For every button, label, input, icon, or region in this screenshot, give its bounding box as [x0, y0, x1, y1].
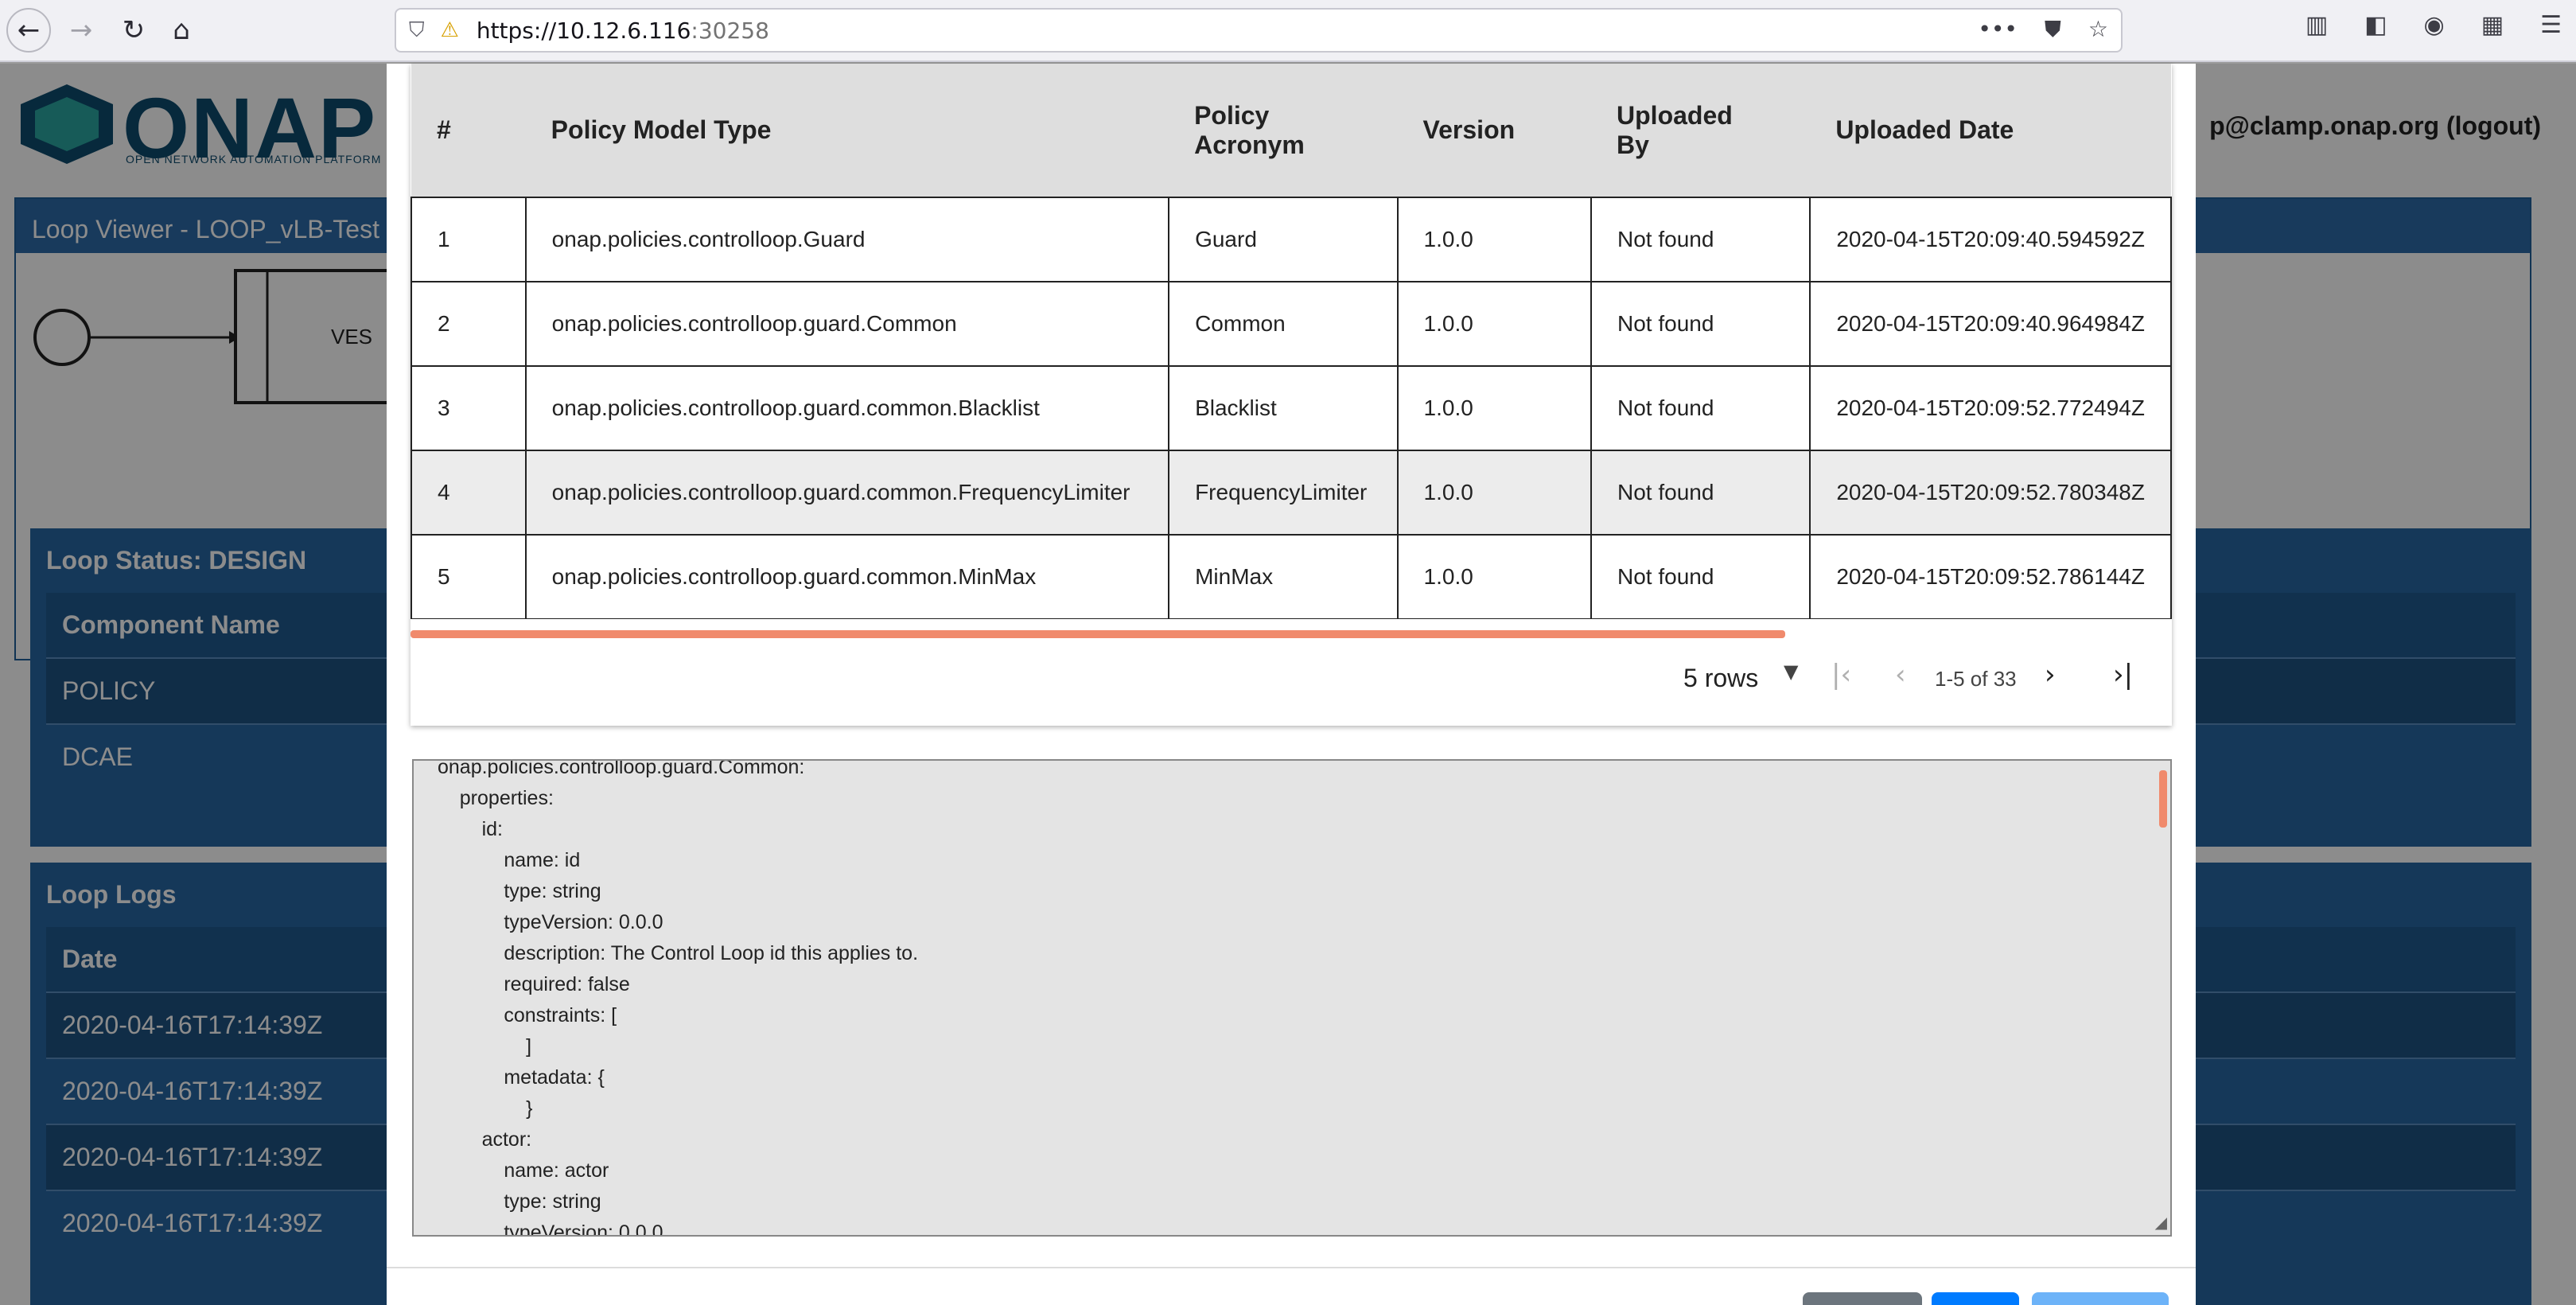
pocket-icon[interactable]: ⛊ [2045, 16, 2061, 43]
first-page-icon[interactable]: |‹ [1831, 659, 1851, 691]
cell-uploaded-date: 2020-04-15T20:09:40.964984Z [1809, 281, 2172, 367]
cell-uploaded-by: Not found [1590, 197, 1811, 282]
cell-version: 1.0.0 [1396, 281, 1593, 367]
last-page-icon[interactable]: ›| [2113, 659, 2133, 691]
table-row[interactable]: 1 onap.policies.controlloop.Guard Guard … [411, 197, 2172, 282]
col-header-uploaded-by[interactable]: Uploaded By [1591, 64, 1811, 197]
table-row[interactable]: 5 onap.policies.controlloop.guard.common… [411, 534, 2172, 619]
policy-model-modal: # Policy Model Type Policy Acronym Versio… [387, 64, 2196, 1305]
cell-version: 1.0.0 [1396, 365, 1593, 451]
cell-version: 1.0.0 [1396, 197, 1593, 282]
yaml-line: constraints: [ [438, 1004, 617, 1026]
yaml-line: } [438, 1097, 533, 1120]
extensions-icon[interactable]: ▦ [2481, 11, 2504, 39]
policy-model-table: # Policy Model Type Policy Acronym Versio… [411, 64, 2172, 619]
url-text[interactable]: https://10.12.6.116:30258 [477, 18, 769, 44]
cell-uploaded-by: Not found [1590, 281, 1811, 367]
cell-acronym: MinMax [1168, 534, 1399, 619]
horizontal-scrollbar[interactable] [411, 630, 1785, 638]
yaml-line: name: id [438, 849, 581, 871]
cell-uploaded-date: 2020-04-15T20:09:52.786144Z [1809, 534, 2172, 619]
rows-per-page-select[interactable]: 5 rows [1683, 664, 1758, 693]
col-header-version[interactable]: Version [1397, 64, 1592, 197]
home-icon[interactable]: ⌂ [159, 8, 204, 53]
table-header-row: # Policy Model Type Policy Acronym Versio… [411, 64, 2171, 197]
policy-yaml-textarea[interactable]: onap.policies.controlloop.guard.Common: … [412, 759, 2172, 1237]
reload-icon[interactable]: ↻ [111, 8, 156, 53]
yaml-line: type: string [438, 1190, 601, 1213]
table-row-hovered[interactable]: 4 onap.policies.controlloop.guard.common… [411, 450, 2172, 536]
yaml-line: properties: [438, 787, 554, 809]
cell-acronym: Blacklist [1168, 365, 1399, 451]
previous-page-icon[interactable]: ‹ [1895, 659, 1906, 691]
cell-uploaded-by: Not found [1590, 450, 1811, 536]
cell-num: 5 [411, 534, 527, 619]
resize-grip-icon[interactable]: ◢ [2155, 1213, 2167, 1232]
table-scroll-area[interactable]: # Policy Model Type Policy Acronym Versio… [411, 64, 2172, 619]
yaml-line: name: actor [438, 1159, 609, 1182]
vertical-scrollbar[interactable] [2159, 770, 2167, 828]
cell-type: onap.policies.controlloop.Guard [524, 197, 1170, 282]
cell-type: onap.policies.controlloop.guard.common.F… [524, 450, 1170, 536]
cell-uploaded-date: 2020-04-15T20:09:52.772494Z [1809, 365, 2172, 451]
yaml-line: typeVersion: 0.0.0 [438, 911, 663, 933]
cell-acronym: Guard [1168, 197, 1399, 282]
modal-footer-divider [387, 1267, 2196, 1268]
table-row[interactable]: 3 onap.policies.controlloop.guard.common… [411, 365, 2172, 451]
browser-toolbar: ← → ↻ ⌂ ⛉ ⚠ https://10.12.6.116:30258 ••… [0, 0, 2576, 62]
cell-uploaded-date: 2020-04-15T20:09:52.780348Z [1809, 450, 2172, 536]
cell-num: 1 [411, 197, 527, 282]
cell-version: 1.0.0 [1396, 450, 1593, 536]
yaml-line: typeVersion: 0.0.0 [438, 1221, 663, 1237]
col-header-type[interactable]: Policy Model Type [525, 64, 1169, 197]
modal-button-secondary[interactable] [1803, 1292, 1922, 1305]
back-icon[interactable]: ← [6, 8, 51, 53]
cell-acronym: FrequencyLimiter [1168, 450, 1399, 536]
library-icon[interactable]: ▥ [2306, 11, 2328, 39]
col-header-num[interactable]: # [411, 64, 526, 197]
yaml-line: metadata: { [438, 1066, 605, 1089]
bookmark-star-icon[interactable]: ☆ [2088, 16, 2108, 43]
cell-uploaded-by: Not found [1590, 365, 1811, 451]
account-icon[interactable]: ◉ [2424, 11, 2445, 39]
cell-num: 4 [411, 450, 527, 536]
table-row[interactable]: 2 onap.policies.controlloop.guard.Common… [411, 281, 2172, 367]
col-header-acronym[interactable]: Policy Acronym [1169, 64, 1398, 197]
cell-uploaded-by: Not found [1590, 534, 1811, 619]
next-page-icon[interactable]: › [2045, 659, 2056, 691]
caret-down-icon[interactable]: ▼ [1784, 660, 1798, 683]
url-bar[interactable]: ⛉ ⚠ https://10.12.6.116:30258 ••• ⛊ ☆ [395, 8, 2123, 53]
cell-type: onap.policies.controlloop.guard.common.B… [524, 365, 1170, 451]
cell-acronym: Common [1168, 281, 1399, 367]
yaml-line: actor: [438, 1128, 532, 1151]
cell-type: onap.policies.controlloop.guard.common.M… [524, 534, 1170, 619]
cell-uploaded-date: 2020-04-15T20:09:40.594592Z [1809, 197, 2172, 282]
cell-num: 2 [411, 281, 527, 367]
yaml-line: required: false [438, 973, 630, 995]
yaml-line: ] [438, 1035, 532, 1058]
shield-icon[interactable]: ⛉ [409, 18, 425, 43]
cell-num: 3 [411, 365, 527, 451]
sidebar-icon[interactable]: ◧ [2364, 11, 2387, 39]
yaml-line: onap.policies.controlloop.guard.Common: [438, 759, 805, 778]
yaml-line: description: The Control Loop id this ap… [438, 942, 919, 964]
insecure-lock-icon[interactable]: ⚠ [441, 18, 459, 42]
yaml-line: type: string [438, 880, 601, 902]
table-pagination: 5 rows ▼ |‹ ‹ 1-5 of 33 › ›| [411, 638, 2172, 726]
col-header-uploaded-date[interactable]: Uploaded Date [1810, 64, 2171, 197]
cell-version: 1.0.0 [1396, 534, 1593, 619]
more-icon[interactable]: ••• [1978, 16, 2018, 43]
modal-button-primary[interactable] [1932, 1292, 2019, 1305]
modal-button-disabled[interactable] [2032, 1292, 2169, 1305]
page-range: 1-5 of 33 [1935, 667, 2017, 691]
cell-type: onap.policies.controlloop.guard.Common [524, 281, 1170, 367]
forward-icon[interactable]: → [59, 8, 103, 53]
menu-icon[interactable]: ☰ [2540, 11, 2562, 39]
yaml-line: id: [438, 818, 503, 840]
policy-model-table-card: # Policy Model Type Policy Acronym Versio… [411, 64, 2172, 726]
